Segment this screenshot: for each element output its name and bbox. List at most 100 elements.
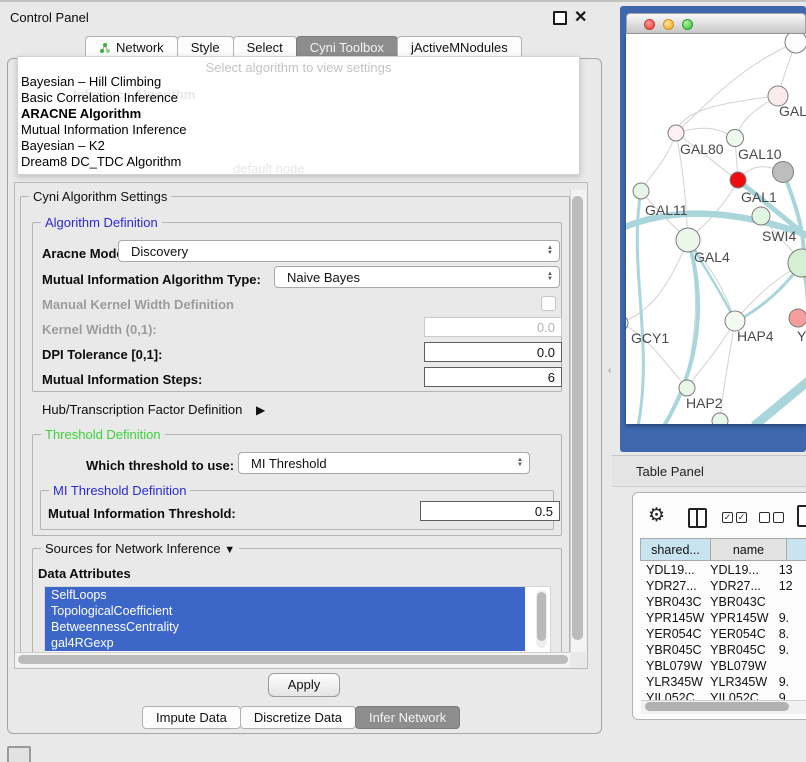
attributes-scrollbar-thumb[interactable] (537, 592, 546, 641)
node-label-gal4: GAL4 (694, 249, 730, 265)
network-node-swi4[interactable] (752, 207, 770, 225)
minimize-traffic-light-icon[interactable] (663, 19, 674, 30)
column-layout-icon[interactable] (688, 508, 707, 528)
close-traffic-light-icon[interactable] (644, 19, 655, 30)
table-row[interactable]: YDR27...YDR27...12 (641, 578, 806, 594)
table-row[interactable]: YLR345WYLR345W9. (641, 674, 806, 690)
table-cell: 9. (775, 610, 806, 626)
select-all-checkbox-icon[interactable]: ✓ (736, 512, 747, 523)
column-header-partial[interactable] (786, 538, 806, 561)
sources-legend[interactable]: Sources for Network Inference ▼ (41, 541, 239, 556)
node-label-hap4: HAP4 (737, 328, 774, 344)
table-panel-titlebar: Table Panel (612, 455, 806, 487)
algorithm-option-dream8-dc-tdc-algorithm[interactable]: Dream8 DC_TDC Algorithm (21, 154, 186, 170)
table-cell: 9. (775, 642, 806, 658)
network-node[interactable] (788, 249, 806, 277)
attribute-item-topologicalcoefficient[interactable]: TopologicalCoefficient (45, 603, 525, 619)
mi-threshold-input[interactable]: 0.5 (420, 501, 560, 521)
node-label-hap2: HAP2 (686, 395, 723, 411)
expand-right-icon: ▶ (256, 403, 265, 417)
collapse-down-icon: ▼ (224, 544, 235, 556)
algorithm-option-bayesian-k2[interactable]: Bayesian – K2 (21, 138, 186, 154)
column-header-name[interactable]: name (710, 538, 787, 561)
attribute-item-betweennesscentrality[interactable]: BetweennessCentrality (45, 619, 525, 635)
kernel-width-input[interactable]: 0.0 (424, 317, 562, 337)
table-row[interactable]: YIL052CYIL052C9 (641, 690, 806, 700)
deselect-all-checkbox-icon[interactable] (759, 512, 770, 523)
gear-icon[interactable]: ⚙ (648, 504, 665, 527)
mi-type-label: Mutual Information Algorithm Type: (42, 272, 261, 287)
algorithm-option-mutual-information-inference[interactable]: Mutual Information Inference (21, 122, 186, 138)
table-horizontal-scrollbar-thumb[interactable] (645, 702, 789, 711)
zoom-traffic-light-icon[interactable] (682, 19, 693, 30)
settings-horizontal-scrollbar-thumb[interactable] (18, 655, 568, 664)
table-row[interactable]: YBR043CYBR043C (641, 594, 806, 610)
table-cell: 9. (775, 674, 806, 690)
table-row[interactable]: YBL079WYBL079W (641, 658, 806, 674)
manual-kernel-checkbox[interactable] (541, 296, 556, 311)
dpi-tolerance-input[interactable]: 0.0 (424, 342, 562, 362)
network-node-gal11[interactable] (633, 183, 649, 199)
network-node-y[interactable] (789, 309, 806, 327)
cyni-algorithm-settings-legend: Cyni Algorithm Settings (29, 189, 171, 204)
tab-label: Discretize Data (254, 706, 342, 729)
algorithm-option-bayesian-hill-climbing[interactable]: Bayesian – Hill Climbing (21, 74, 186, 90)
table-row[interactable]: YDL19...YDL19...13 (641, 562, 806, 578)
close-icon[interactable]: ✕ (574, 7, 587, 27)
table-row[interactable]: YPR145WYPR145W9. (641, 610, 806, 626)
select-all-checkbox-icon[interactable]: ✓ (722, 512, 733, 523)
manual-kernel-label: Manual Kernel Width Definition (42, 297, 234, 312)
network-node[interactable] (773, 162, 794, 183)
node-label-swi4: SWI4 (762, 228, 796, 244)
table-cell: 8. (775, 626, 806, 642)
tab-infer-network[interactable]: Infer Network (355, 706, 460, 729)
algorithm-option-aracne-algorithm[interactable]: ARACNE Algorithm (21, 106, 186, 122)
table-row[interactable]: YER054CYER054C8. (641, 626, 806, 642)
which-threshold-combobox[interactable]: MI Threshold ▲▼ (238, 452, 530, 474)
tab-impute-data[interactable]: Impute Data (142, 706, 241, 729)
attribute-item-gal4rgexp[interactable]: gal4RGexp (45, 635, 525, 651)
network-node[interactable] (785, 34, 806, 53)
apply-button[interactable]: Apply (268, 673, 340, 697)
algorithm-option-basic-correlation-inference[interactable]: Basic Correlation Inference (21, 90, 186, 106)
export-table-icon[interactable] (797, 505, 806, 527)
which-threshold-value: MI Threshold (251, 456, 327, 471)
table-cell: YBR045C (705, 642, 775, 658)
table-cell: YLR345W (641, 674, 705, 690)
splitpane-collapse-icon[interactable]: ‹ (608, 365, 611, 376)
table-row[interactable]: YBR045CYBR045C9. (641, 642, 806, 658)
table-cell (775, 594, 806, 610)
column-header-shared[interactable]: shared... (640, 538, 711, 561)
node-label-gal1: GAL1 (741, 189, 777, 205)
data-attributes-list[interactable]: SelfLoopsTopologicalCoefficientBetweenne… (44, 586, 551, 654)
network-node-hap2[interactable] (679, 380, 695, 396)
network-node-gcy1[interactable] (626, 315, 628, 331)
attributes-scrollbar[interactable] (536, 590, 547, 648)
float-panel-icon[interactable] (553, 11, 567, 25)
attribute-item-selfloops[interactable]: SelfLoops (45, 587, 525, 603)
table-cell: 9 (775, 690, 806, 700)
mi-type-value: Naive Bayes (287, 270, 360, 285)
network-node-gal1[interactable] (730, 172, 746, 188)
network-window-titlebar[interactable] (626, 13, 806, 34)
settings-vertical-scrollbar-thumb[interactable] (572, 196, 583, 640)
network-node-gal80[interactable] (668, 125, 684, 141)
control-panel-title: Control Panel (10, 10, 89, 25)
network-node-gal10[interactable] (727, 130, 744, 147)
tab-label: Impute Data (156, 706, 227, 729)
mi-type-combobox[interactable]: Naive Bayes ▲▼ (274, 266, 560, 288)
tab-discretize-data[interactable]: Discretize Data (240, 706, 356, 729)
minimized-panel-icon[interactable] (7, 746, 31, 762)
table-cell: YLR345W (705, 674, 775, 690)
table-cell: YBR043C (641, 594, 705, 610)
hub-factor-expander[interactable]: Hub/Transcription Factor Definition ▶ (42, 402, 265, 417)
threshold-definition-legend: Threshold Definition (41, 427, 165, 442)
aracne-mode-combobox[interactable]: Discovery ▲▼ (118, 240, 560, 262)
stepper-arrows-icon: ▲▼ (547, 272, 559, 282)
stepper-arrows-icon: ▲▼ (547, 246, 559, 256)
network-canvas[interactable]: GALGAL80GAL10GAL1GAL11SWI4GAL4GCY1HAP4YH… (626, 34, 806, 424)
mi-steps-input[interactable]: 6 (424, 367, 562, 387)
deselect-all-checkbox-icon[interactable] (773, 512, 784, 523)
table-cell: YDL19... (705, 562, 775, 578)
network-node[interactable] (712, 413, 728, 424)
